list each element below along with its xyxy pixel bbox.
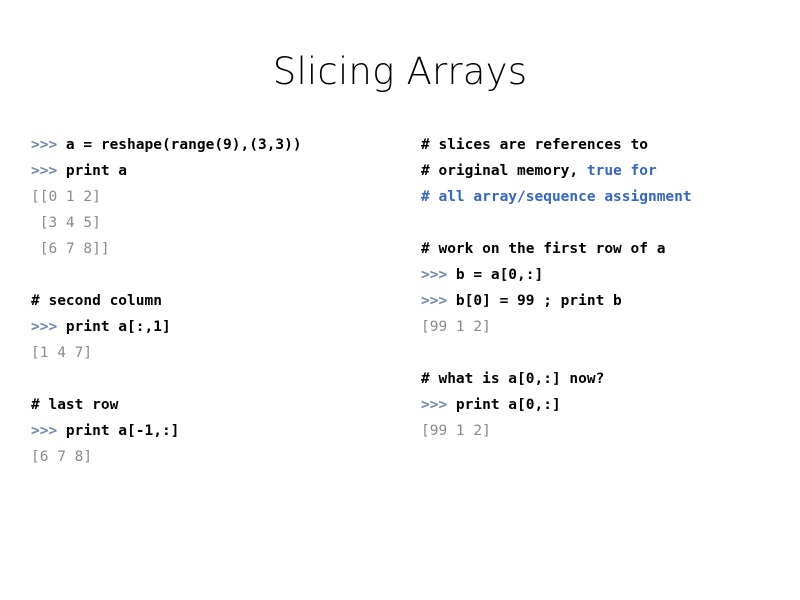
code-blank-line (421, 340, 796, 366)
token-code: print a (65, 163, 128, 179)
token-comment: # slices are references to (421, 137, 648, 153)
code-column-left: >>> a = reshape(range(9),(3,3)) >>> print… (31, 132, 411, 470)
token-output (31, 267, 40, 283)
token-code: print a[-1,:] (65, 423, 180, 439)
code-line-code: >>> print a[0,:] (421, 392, 796, 418)
token-comment: # what is a[0,:] now? (421, 371, 605, 387)
token-prompt: >>> (31, 423, 66, 439)
code-line-code: >>> a = reshape(range(9),(3,3)) (31, 132, 411, 158)
token-code: a = reshape(range(9),(3,3)) (65, 137, 302, 153)
token-comment: # work on the first row of a (421, 241, 666, 257)
code-line-code: >>> print a[:,1] (31, 314, 411, 340)
token-code: print a[:,1] (65, 319, 171, 335)
token-comment: # second column (31, 293, 162, 309)
token-prompt: >>> (31, 137, 66, 153)
token-output: [99 1 2] (421, 319, 491, 335)
code-line-comment: # last row (31, 392, 411, 418)
code-blank-line (31, 262, 411, 288)
token-highlight: # all array/sequence assignment (421, 189, 692, 205)
slide-canvas: Slicing Arrays >>> a = reshape(range(9),… (0, 0, 800, 600)
code-line-code: >>> b[0] = 99 ; print b (421, 288, 796, 314)
token-output: [99 1 2] (421, 423, 491, 439)
token-comment: # last row (31, 397, 119, 413)
token-output: [6 7 8]] (31, 241, 110, 257)
token-output: [6 7 8] (31, 449, 93, 465)
code-line-code: >>> print a (31, 158, 411, 184)
token-code: b[0] = 99 ; print b (455, 293, 622, 309)
code-column-right: # slices are references to # original mem… (421, 132, 796, 444)
token-prompt: >>> (421, 293, 456, 309)
token-output (421, 345, 430, 361)
code-line-output: [6 7 8]] (31, 236, 411, 262)
token-output: [1 4 7] (31, 345, 93, 361)
code-line-comment: # original memory, true for (421, 158, 796, 184)
code-line-code: >>> b = a[0,:] (421, 262, 796, 288)
code-line-comment: # work on the first row of a (421, 236, 796, 262)
code-line-output: [3 4 5] (31, 210, 411, 236)
code-line-comment: # all array/sequence assignment (421, 184, 796, 210)
code-line-output: [1 4 7] (31, 340, 411, 366)
code-line-output: [6 7 8] (31, 444, 411, 470)
code-line-output: [99 1 2] (421, 314, 796, 340)
token-output: [[0 1 2] (31, 189, 101, 205)
token-prompt: >>> (421, 267, 456, 283)
code-line-output: [[0 1 2] (31, 184, 411, 210)
code-line-comment: # slices are references to (421, 132, 796, 158)
token-prompt: >>> (31, 163, 66, 179)
code-line-code: >>> print a[-1,:] (31, 418, 411, 444)
token-output (31, 371, 40, 387)
token-comment: # original memory, (421, 163, 587, 179)
code-line-comment: # what is a[0,:] now? (421, 366, 796, 392)
code-line-output: [99 1 2] (421, 418, 796, 444)
token-code: print a[0,:] (455, 397, 561, 413)
token-output: [3 4 5] (31, 215, 101, 231)
token-output (421, 215, 430, 231)
token-highlight: true for (586, 163, 657, 179)
token-prompt: >>> (31, 319, 66, 335)
code-line-comment: # second column (31, 288, 411, 314)
page-title: Slicing Arrays (272, 50, 528, 93)
code-blank-line (421, 210, 796, 236)
code-blank-line (31, 366, 411, 392)
token-prompt: >>> (421, 397, 456, 413)
token-code: b = a[0,:] (455, 267, 544, 283)
